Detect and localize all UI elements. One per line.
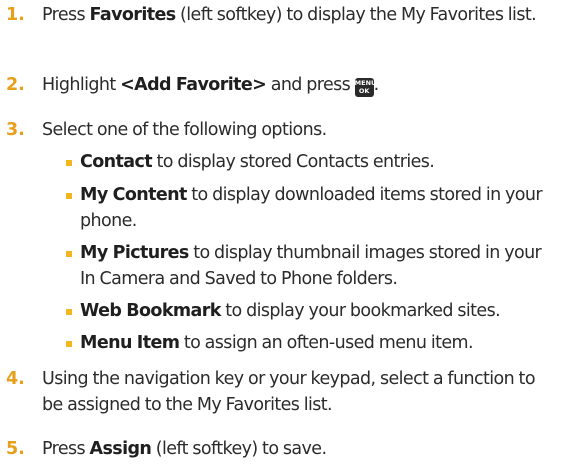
step-text-post: (left softkey) to save. (151, 439, 327, 459)
step-text-pre: Press (42, 5, 90, 25)
step-text: Press Assign (left softkey) to save. (42, 436, 560, 462)
step-text: Highlight <Add Favorite> and press MENU O… (42, 75, 379, 97)
step-number: 1. (6, 5, 25, 25)
key-icon-bottom-label: OK (358, 87, 370, 95)
option-item: Web Bookmark to display your bookmarked … (66, 298, 560, 324)
step-number: 3. (6, 120, 25, 140)
bullet-icon (66, 341, 72, 347)
step-3: 3. Select one of the following options. (0, 117, 560, 143)
step-number: 4. (6, 369, 25, 389)
step-text-post: and press (266, 75, 355, 95)
bullet-icon (66, 193, 72, 199)
option-item: Contact to display stored Contacts entri… (66, 149, 560, 175)
step-1: 1. Press Favorites (left softkey) to dis… (0, 2, 560, 28)
option-description: to assign an often-used menu item. (179, 333, 474, 353)
step-4: 4. Using the navigation key or your keyp… (0, 366, 560, 418)
step-key-term: Favorites (89, 5, 177, 25)
step-number: 2. (6, 75, 25, 95)
step-text-pre: Highlight (42, 75, 121, 95)
step-text-pre: Press (42, 439, 90, 459)
option-name: Contact (80, 152, 153, 172)
option-name: Menu Item (80, 333, 180, 353)
step-text: Press Favorites (left softkey) to displa… (42, 2, 560, 28)
step-text: Select one of the following options. (42, 120, 327, 140)
key-icon-top-label: MENU (354, 79, 377, 87)
step-2: 2. Highlight <Add Favorite> and press ME… (0, 72, 560, 98)
step-5: 5. Press Assign (left softkey) to save. (0, 436, 560, 462)
option-name: My Content (80, 185, 187, 205)
step-text-post: (left softkey) to display the My Favorit… (175, 5, 537, 25)
step-text: Using the navigation key or your keypad,… (42, 369, 536, 415)
step-key-term: Assign (89, 439, 152, 459)
option-item: My Pictures to display thumbnail images … (66, 240, 560, 292)
option-item: Menu Item to assign an often-used menu i… (66, 330, 560, 356)
step-number: 5. (6, 439, 25, 459)
option-description: to display stored Contacts entries. (152, 152, 435, 172)
option-name: Web Bookmark (80, 301, 221, 321)
step-key-term: <Add Favorite> (120, 75, 267, 95)
instruction-page: 1. Press Favorites (left softkey) to dis… (0, 0, 565, 476)
bullet-icon (66, 309, 72, 315)
option-description: to display your bookmarked sites. (220, 301, 501, 321)
option-item: My Content to display downloaded items s… (66, 182, 560, 234)
menu-ok-key-icon: MENU OK (354, 78, 377, 97)
option-name: My Pictures (80, 243, 189, 263)
bullet-icon (66, 251, 72, 257)
bullet-icon (66, 160, 72, 166)
